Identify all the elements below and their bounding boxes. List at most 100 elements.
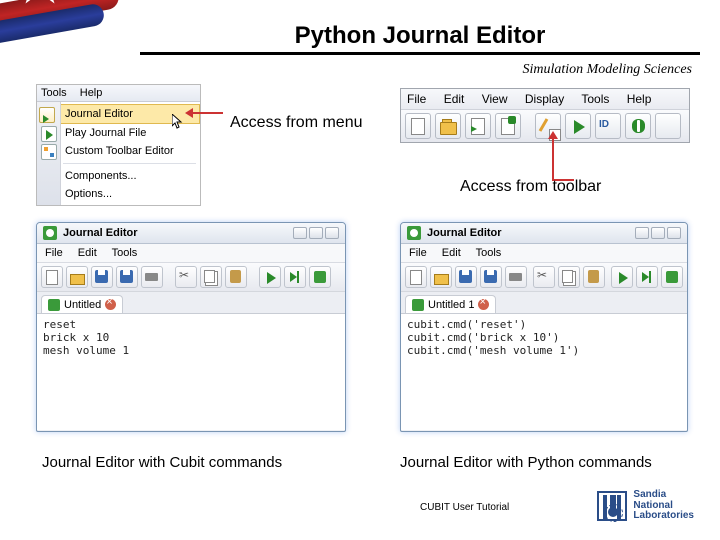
sandia-line3: Laboratories: [633, 511, 694, 522]
je-tab-close-icon[interactable]: [105, 299, 116, 310]
app-menubar: File Edit View Display Tools Help: [401, 89, 689, 110]
je-run-icon[interactable]: [611, 266, 633, 288]
je-cube-icon[interactable]: [661, 266, 683, 288]
je-title-text: Journal Editor: [63, 227, 287, 239]
je-print-icon[interactable]: [141, 266, 163, 288]
je-save-icon[interactable]: [455, 266, 477, 288]
caption-python: Journal Editor with Python commands: [400, 454, 652, 471]
toolbar-open-icon[interactable]: [435, 113, 461, 139]
menu-item-journal-editor[interactable]: Journal Editor: [61, 104, 200, 124]
je-new-icon[interactable]: [41, 266, 63, 288]
je-save-icon[interactable]: [91, 266, 113, 288]
app-menu-file[interactable]: File: [407, 92, 426, 106]
menu-item-label: Components...: [65, 170, 137, 182]
je-tab-untitled[interactable]: Untitled 1: [405, 295, 496, 313]
je-menubar: File Edit Tools: [401, 244, 687, 263]
je-cut-icon[interactable]: [175, 266, 197, 288]
menu-item-custom-toolbar[interactable]: Custom Toolbar Editor: [37, 142, 200, 160]
je-menu-tools[interactable]: Tools: [112, 247, 138, 259]
toolbar-script-play-icon[interactable]: [465, 113, 491, 139]
app-menu-tools[interactable]: Tools: [581, 92, 609, 106]
journal-editor-window-python: Journal Editor File Edit Tools Untitled …: [400, 222, 688, 432]
window-close-icon[interactable]: [667, 227, 681, 239]
menu-item-components[interactable]: Components...: [37, 167, 200, 185]
app-menu-help[interactable]: Help: [627, 92, 652, 106]
slide-flag-decor: [0, 0, 120, 60]
je-saveas-icon[interactable]: [116, 266, 138, 288]
je-tab-label: Untitled 1: [428, 299, 474, 311]
je-tabstrip: Untitled: [37, 292, 345, 314]
je-cut-icon[interactable]: [533, 266, 555, 288]
je-copy-icon[interactable]: [558, 266, 580, 288]
je-menu-file[interactable]: File: [45, 247, 63, 259]
toolbar-extra-icon[interactable]: [655, 113, 681, 139]
je-titlebar: Journal Editor: [401, 223, 687, 244]
je-toolbar: [37, 263, 345, 292]
sandia-logo: Sandia National Laboratories: [597, 490, 694, 522]
je-paste-icon[interactable]: [225, 266, 247, 288]
app-menu-edit[interactable]: Edit: [444, 92, 465, 106]
je-saveas-icon[interactable]: [480, 266, 502, 288]
je-tab-label: Untitled: [64, 299, 101, 311]
je-tab-untitled[interactable]: Untitled: [41, 295, 123, 313]
je-copy-icon[interactable]: [200, 266, 222, 288]
je-print-icon[interactable]: [505, 266, 527, 288]
toolbar-script-add-icon[interactable]: [495, 113, 521, 139]
je-app-icon: [43, 226, 57, 240]
je-step-icon[interactable]: [636, 266, 658, 288]
je-open-icon[interactable]: [430, 266, 452, 288]
je-toolbar: [401, 263, 687, 292]
toolbar-run-icon[interactable]: [565, 113, 591, 139]
je-tab-close-icon[interactable]: [478, 299, 489, 310]
red-arrow-icon: [191, 109, 231, 117]
je-menu-tools[interactable]: Tools: [476, 247, 502, 259]
je-step-icon[interactable]: [284, 266, 306, 288]
app-menu-display[interactable]: Display: [525, 92, 564, 106]
label-access-toolbar: Access from toolbar: [460, 178, 601, 196]
app-menu-view[interactable]: View: [482, 92, 508, 106]
journal-editor-icon: [39, 107, 55, 123]
window-min-icon[interactable]: [293, 227, 307, 239]
menu-item-label: Custom Toolbar Editor: [65, 145, 174, 157]
toolbar-database-icon[interactable]: [625, 113, 651, 139]
menu-item-label: Journal Editor: [65, 108, 133, 120]
menu-tools[interactable]: Tools: [41, 87, 67, 99]
play-icon: [41, 126, 57, 142]
window-min-icon[interactable]: [635, 227, 649, 239]
je-app-icon: [407, 226, 421, 240]
je-open-icon[interactable]: [66, 266, 88, 288]
je-title-text: Journal Editor: [427, 227, 629, 239]
je-tabstrip: Untitled 1: [401, 292, 687, 314]
je-menu-edit[interactable]: Edit: [78, 247, 97, 259]
je-paste-icon[interactable]: [583, 266, 605, 288]
menu-item-play-journal[interactable]: Play Journal File: [37, 124, 200, 142]
slide-subtitle: Simulation Modeling Sciences: [522, 62, 692, 78]
journal-editor-window-cubit: Journal Editor File Edit Tools Untitled: [36, 222, 346, 432]
sandia-line1: Sandia: [633, 490, 694, 501]
je-tab-icon: [48, 299, 60, 311]
je-cube-icon[interactable]: [309, 266, 331, 288]
sandia-thunderbird-icon: [597, 491, 627, 521]
je-menu-file[interactable]: File: [409, 247, 427, 259]
window-restore-icon[interactable]: [309, 227, 323, 239]
je-tab-icon: [412, 299, 424, 311]
je-titlebar: Journal Editor: [37, 223, 345, 244]
je-editor-body[interactable]: cubit.cmd('reset') cubit.cmd('brick x 10…: [401, 314, 687, 430]
toolbar-journal-editor-icon[interactable]: [535, 113, 561, 139]
window-restore-icon[interactable]: [651, 227, 665, 239]
menu-item-label: Play Journal File: [65, 127, 146, 139]
caption-cubit: Journal Editor with Cubit commands: [42, 454, 282, 471]
toolbar-new-icon[interactable]: [405, 113, 431, 139]
custom-toolbar-icon: [41, 144, 57, 160]
menu-item-options[interactable]: Options...: [37, 185, 200, 203]
menu-item-label: Options...: [65, 188, 112, 200]
je-new-icon[interactable]: [405, 266, 427, 288]
footer-text: CUBIT User Tutorial: [420, 502, 509, 513]
je-menu-edit[interactable]: Edit: [442, 247, 461, 259]
je-run-icon[interactable]: [259, 266, 281, 288]
window-close-icon[interactable]: [325, 227, 339, 239]
app-menubar-toolbar: File Edit View Display Tools Help: [400, 88, 690, 143]
je-editor-body[interactable]: reset brick x 10 mesh volume 1: [37, 314, 345, 430]
menu-help[interactable]: Help: [80, 87, 103, 99]
toolbar-id-icon[interactable]: [595, 113, 621, 139]
